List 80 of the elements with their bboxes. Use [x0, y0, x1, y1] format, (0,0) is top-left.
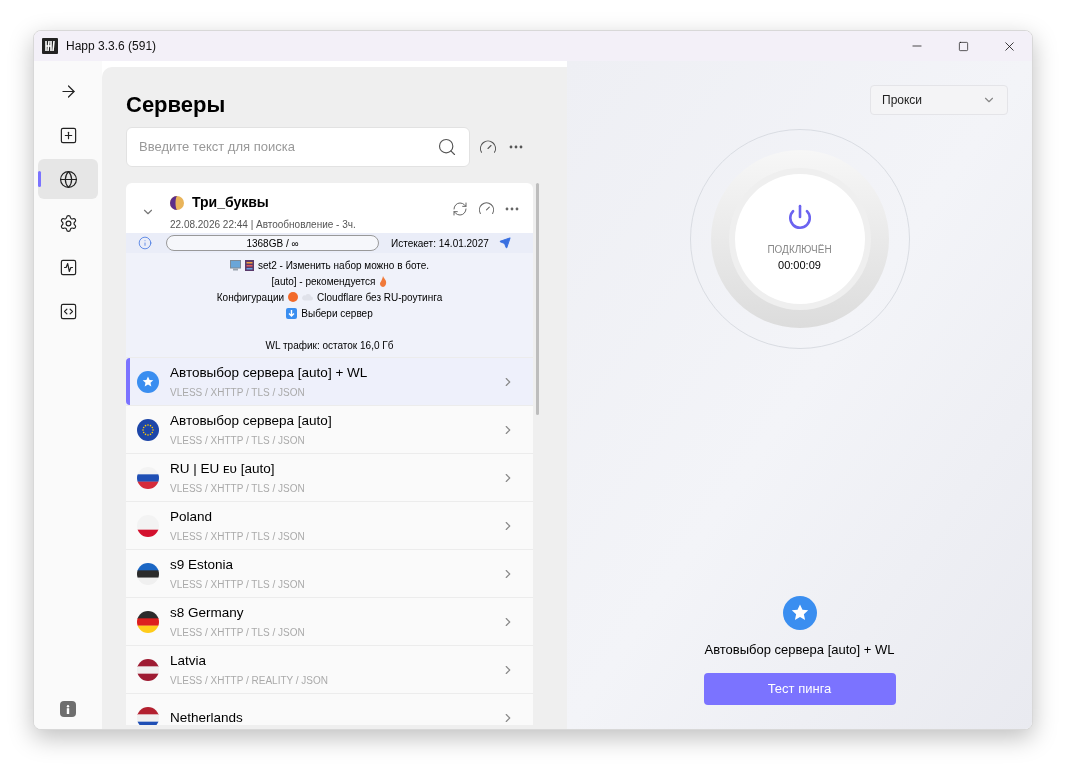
more-button[interactable]	[505, 206, 519, 211]
flag-icon	[137, 514, 159, 537]
globe-icon	[58, 169, 78, 189]
ping-test-button[interactable]: Тест пинга	[703, 673, 896, 705]
gauge-icon	[479, 138, 497, 156]
server-row[interactable]: s9 Estonia VLESS / XHTTP / TLS / JSON	[126, 549, 533, 597]
abacus-icon	[244, 259, 254, 271]
page-title: Серверы	[126, 91, 227, 119]
connection-time: 00:00:09	[778, 258, 821, 274]
description-line: Cloudflare без RU-роутинга	[317, 290, 443, 305]
search-field[interactable]: Введите текст для поиска	[126, 127, 470, 167]
send-icon	[499, 237, 511, 249]
refresh-button[interactable]	[452, 200, 468, 217]
server-row[interactable]: Автовыбор сервера [auto] VLESS / XHTTP / TLS / JSON	[126, 405, 533, 453]
info-icon	[138, 236, 152, 250]
server-protocol: VLESS / XHTTP / TLS / JSON	[170, 625, 305, 640]
server-protocol: VLESS / XHTTP / REALITY / JSON	[170, 673, 328, 688]
server-protocol: VLESS / XHTTP / TLS / JSON	[170, 529, 305, 544]
speed-test-button[interactable]	[478, 200, 495, 217]
window-title: Happ 3.3.6 (591)	[66, 38, 157, 55]
flag-icon	[137, 610, 159, 633]
server-name: Автовыбор сервера [auto] + WL	[170, 363, 368, 382]
description-line: Конфигурации	[216, 290, 285, 305]
description-line: [auto] - рекомендуется	[271, 274, 376, 289]
server-protocol: VLESS / XHTTP / TLS / JSON	[170, 385, 306, 400]
description-line: WL трафик: остаток 16,0 Гб	[265, 338, 394, 353]
server-protocol: VLESS / XHTTP / TLS / JSON	[170, 481, 305, 496]
info-icon	[66, 704, 70, 714]
plus-square-icon	[58, 125, 78, 145]
active-indicator	[38, 171, 41, 187]
power-icon	[786, 204, 813, 231]
server-row[interactable]: Автовыбор сервера [auto] + WL VLESS / XHTTP / TLS / JSON	[126, 357, 533, 405]
flag-icon	[137, 562, 159, 585]
server-name: s8 Germany	[170, 603, 245, 622]
expiry-date: Истекает: 14.01.2027	[391, 236, 489, 251]
activity-icon	[58, 257, 78, 277]
server-name: RU | EU ᴇᴜ [auto]	[170, 459, 276, 478]
gauge-icon	[478, 200, 495, 217]
eu-flag-icon	[137, 418, 159, 441]
server-row[interactable]: s8 Germany VLESS / XHTTP / TLS / JSON	[126, 597, 533, 645]
server-name: Netherlands	[170, 708, 243, 725]
app-logo-icon	[42, 38, 58, 54]
current-server-name: Автовыбор сервера [auto] + WL	[704, 640, 895, 659]
subscription-name: Три_буквы	[192, 193, 269, 212]
selected-indicator	[126, 358, 130, 405]
connection-status: ПОДКЛЮЧЁН	[767, 243, 832, 258]
search-input[interactable]: Введите текст для поиска	[139, 137, 437, 157]
monitor-icon	[229, 259, 241, 271]
server-protocol: VLESS / XHTTP / TLS / JSON	[170, 577, 305, 592]
telegram-button[interactable]	[499, 237, 511, 249]
info-button[interactable]	[60, 701, 76, 717]
settings-icon	[58, 213, 78, 233]
server-row[interactable]: Latvia VLESS / XHTTP / REALITY / JSON	[126, 645, 533, 693]
server-row[interactable]: RU | EU ᴇᴜ [auto] VLESS / XHTTP / TLS / JSON	[126, 453, 533, 501]
server-name: Poland	[170, 507, 214, 526]
mode-dropdown[interactable]: Прокси	[870, 85, 1008, 115]
moon-icon	[170, 195, 184, 210]
server-row[interactable]: Poland VLESS / XHTTP / TLS / JSON	[126, 501, 533, 549]
description-line: set2 - Изменить набор можно в боте.	[257, 258, 430, 273]
search-icon	[437, 137, 457, 157]
maximize-icon	[957, 40, 969, 52]
server-name: Latvia	[170, 651, 208, 670]
flag-icon	[137, 466, 159, 489]
refresh-icon	[452, 200, 468, 217]
down-arrow-icon	[286, 307, 298, 319]
subscription-updated: 22.08.2026 22:44 | Автообновление - 3ч.	[170, 218, 356, 232]
fire-icon	[379, 275, 388, 287]
server-protocol: VLESS / XHTTP / TLS / JSON	[170, 433, 306, 448]
more-icon	[505, 206, 519, 211]
flag-icon	[137, 706, 159, 725]
code-square-icon	[58, 301, 78, 321]
flag-icon	[137, 658, 159, 681]
server-name: s9 Estonia	[170, 555, 235, 574]
sidebar-item[interactable]	[38, 159, 98, 199]
description-line: Выбери сервер	[301, 306, 373, 321]
traffic-usage: 1368GB / ∞	[166, 235, 379, 251]
server-name: Автовыбор сервера [auto]	[170, 411, 332, 430]
dot-icon	[288, 292, 299, 302]
more-icon	[509, 145, 523, 149]
server-row[interactable]: Netherlands	[126, 693, 533, 725]
